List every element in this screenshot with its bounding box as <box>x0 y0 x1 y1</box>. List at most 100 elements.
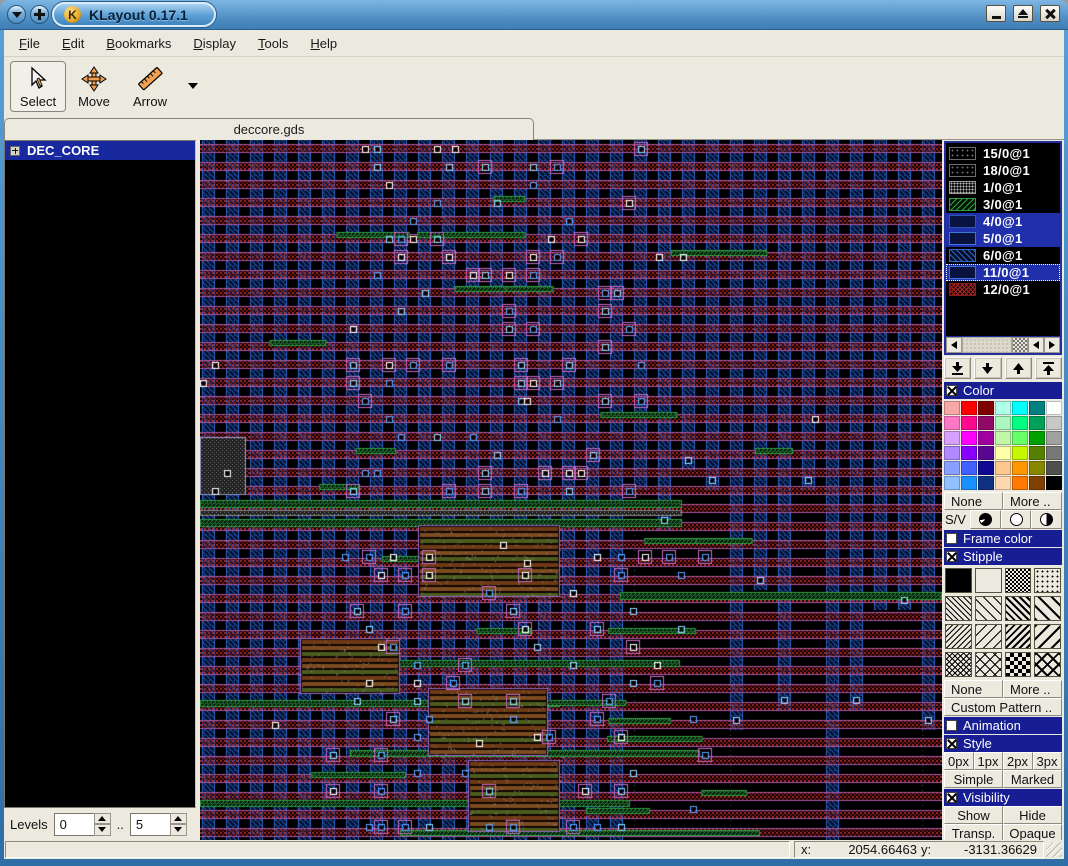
width-0px-button[interactable]: 0px <box>944 752 974 770</box>
stipple-dots[interactable] <box>1034 568 1061 593</box>
layer-row-5-0-1[interactable]: 5/0@1 <box>946 230 1060 247</box>
menu-item-bookmarks[interactable]: Bookmarks <box>95 32 182 55</box>
level-from-up-button[interactable] <box>93 812 111 824</box>
scrollbar-track[interactable] <box>962 337 1012 353</box>
animation-checkbox[interactable] <box>946 720 957 731</box>
palette-color-19[interactable] <box>1029 431 1045 445</box>
stipple-checker-fine[interactable] <box>1004 568 1032 593</box>
palette-color-29[interactable] <box>961 461 977 475</box>
palette-color-38[interactable] <box>995 476 1011 490</box>
layer-swatch[interactable] <box>949 215 976 228</box>
scroll-left-button[interactable] <box>946 337 962 353</box>
toolbar-dropdown-icon[interactable] <box>188 83 198 89</box>
marked-button[interactable]: Marked <box>1003 770 1062 788</box>
palette-color-13[interactable] <box>1046 416 1062 430</box>
palette-color-0[interactable] <box>944 401 960 415</box>
palette-color-6[interactable] <box>1046 401 1062 415</box>
palette-color-20[interactable] <box>1046 431 1062 445</box>
layer-swatch[interactable] <box>949 164 976 177</box>
palette-color-1[interactable] <box>961 401 977 415</box>
layer-row-4-0-1[interactable]: 4/0@1 <box>946 213 1060 230</box>
color-more-button[interactable]: More .. <box>1003 492 1062 510</box>
visibility-section-header[interactable]: Visibility <box>944 789 1062 806</box>
style-section-header[interactable]: Style <box>944 735 1062 752</box>
menu-item-help[interactable]: Help <box>299 32 348 55</box>
cell-tree-item-dec_core[interactable]: DEC_CORE <box>5 141 195 160</box>
scroll-left2-button[interactable] <box>1028 337 1044 353</box>
simple-button[interactable]: Simple <box>944 770 1003 788</box>
stipple-empty[interactable] <box>974 568 1002 593</box>
layer-swatch[interactable] <box>949 198 976 211</box>
palette-color-36[interactable] <box>961 476 977 490</box>
stipple-checker[interactable] <box>1004 652 1032 677</box>
level-to-spinbox[interactable]: 5 <box>129 812 187 836</box>
sv-most-filled-button[interactable] <box>970 510 1001 529</box>
menu-item-file[interactable]: File <box>8 32 51 55</box>
stipple-bslash-wide[interactable] <box>1034 596 1061 621</box>
menu-item-tools[interactable]: Tools <box>247 32 299 55</box>
palette-color-24[interactable] <box>995 446 1011 460</box>
stipple-fslash-bold[interactable] <box>1004 624 1032 649</box>
palette-color-4[interactable] <box>1012 401 1028 415</box>
menu-item-display[interactable]: Display <box>182 32 247 55</box>
scroll-right-button[interactable] <box>1044 337 1060 353</box>
palette-color-31[interactable] <box>995 461 1011 475</box>
visibility-checkbox[interactable] <box>946 792 957 803</box>
palette-color-11[interactable] <box>1012 416 1028 430</box>
layout-canvas[interactable] <box>200 140 942 840</box>
stipple-bslash-bold[interactable] <box>1004 596 1032 621</box>
select-tool-button[interactable]: Select <box>10 61 66 112</box>
frame-color-checkbox[interactable] <box>946 533 957 544</box>
stipple-fslash-dense[interactable] <box>945 624 972 649</box>
style-checkbox[interactable] <box>946 738 957 749</box>
palette-color-25[interactable] <box>1012 446 1028 460</box>
palette-color-34[interactable] <box>1046 461 1062 475</box>
palette-color-18[interactable] <box>1012 431 1028 445</box>
palette-color-3[interactable] <box>995 401 1011 415</box>
layer-row-3-0-1[interactable]: 3/0@1 <box>946 196 1060 213</box>
color-none-button[interactable]: None <box>944 492 1003 510</box>
palette-color-30[interactable] <box>978 461 994 475</box>
layout-viewport[interactable] <box>200 140 942 840</box>
level-to-down-button[interactable] <box>169 824 187 836</box>
palette-color-28[interactable] <box>944 461 960 475</box>
layer-row-6-0-1[interactable]: 6/0@1 <box>946 247 1060 264</box>
frame-color-section-header[interactable]: Frame color <box>944 530 1062 547</box>
palette-color-2[interactable] <box>978 401 994 415</box>
palette-color-32[interactable] <box>1012 461 1028 475</box>
show-button[interactable]: Show <box>944 806 1003 824</box>
layer-row-15-0-1[interactable]: 15/0@1 <box>946 145 1060 162</box>
palette-color-39[interactable] <box>1012 476 1028 490</box>
opaque-button[interactable]: Opaque <box>1003 824 1062 840</box>
color-section-header[interactable]: Color <box>944 382 1062 399</box>
palette-color-9[interactable] <box>978 416 994 430</box>
stipple-cross[interactable] <box>974 652 1002 677</box>
palette-color-8[interactable] <box>961 416 977 430</box>
move-layer-top-button[interactable] <box>1034 357 1062 379</box>
layer-swatch[interactable] <box>949 249 976 262</box>
level-from-down-button[interactable] <box>93 824 111 836</box>
palette-color-5[interactable] <box>1029 401 1045 415</box>
stipple-bslash[interactable] <box>974 596 1002 621</box>
stipple-none-button[interactable]: None <box>944 680 1003 698</box>
layer-row-12-0-1[interactable]: 12/0@1 <box>946 281 1060 298</box>
palette-color-12[interactable] <box>1029 416 1045 430</box>
layer-row-1-0-1[interactable]: 1/0@1 <box>946 179 1060 196</box>
window-shade-button[interactable] <box>7 5 26 24</box>
layer-swatch[interactable] <box>949 283 976 296</box>
layer-swatch[interactable] <box>949 181 976 194</box>
palette-color-27[interactable] <box>1046 446 1062 460</box>
stipple-fslash-wide[interactable] <box>1034 624 1061 649</box>
stipple-checkbox[interactable] <box>946 551 957 562</box>
level-to-up-button[interactable] <box>169 812 187 824</box>
custom-pattern-button[interactable]: Custom Pattern .. <box>944 698 1062 716</box>
layer-row-11-0-1[interactable]: 11/0@1 <box>946 264 1060 281</box>
stipple-bslash-dense[interactable] <box>945 596 972 621</box>
move-layer-up-button[interactable] <box>1004 357 1032 379</box>
stipple-cross-bold[interactable] <box>1034 652 1061 677</box>
level-to-value[interactable]: 5 <box>129 812 170 836</box>
tab-deccore[interactable]: deccore.gds <box>4 118 534 140</box>
width-1px-button[interactable]: 1px <box>973 752 1003 770</box>
palette-color-26[interactable] <box>1029 446 1045 460</box>
palette-color-35[interactable] <box>944 476 960 490</box>
